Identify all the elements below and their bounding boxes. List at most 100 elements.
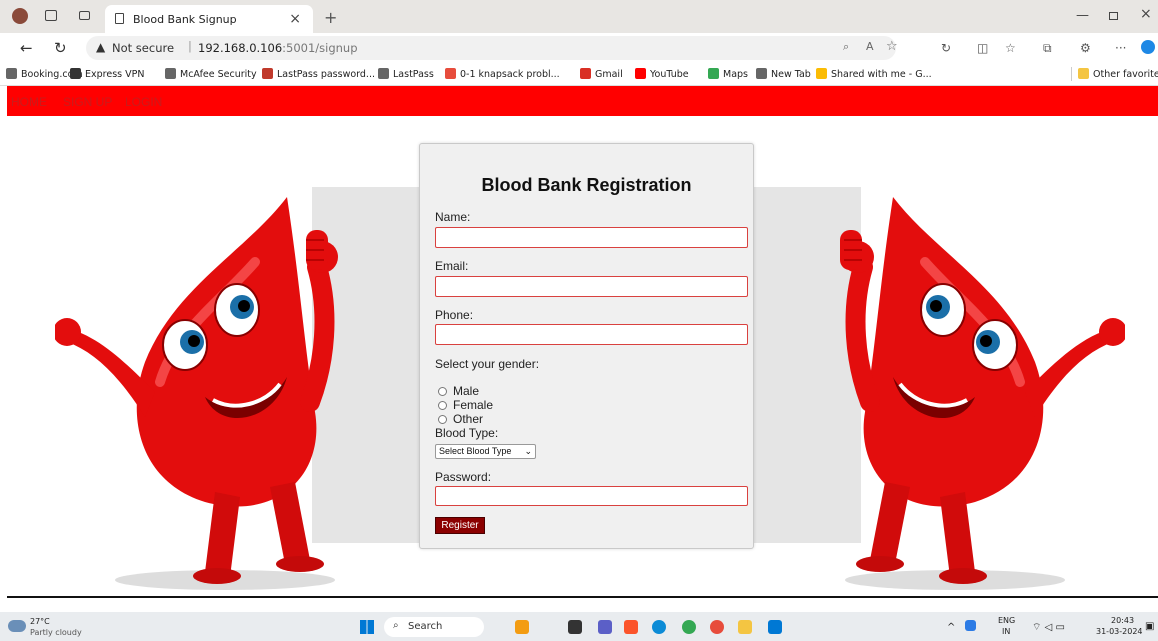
refresh-icon[interactable]: ↻: [54, 39, 67, 57]
more-options-icon[interactable]: ···: [1115, 41, 1126, 55]
extensions-icon[interactable]: ⚙: [1080, 41, 1091, 55]
gender-option-label: Other: [453, 412, 484, 426]
clock-date[interactable]: 31-03-2024: [1096, 627, 1143, 636]
nav-login-link[interactable]: LOGIN: [125, 95, 162, 109]
close-tab-icon[interactable]: ×: [289, 11, 301, 27]
copilot-icon[interactable]: [1141, 40, 1155, 54]
vscode-icon[interactable]: [768, 620, 782, 634]
new-tab-icon[interactable]: +: [324, 8, 337, 27]
password-input[interactable]: [435, 486, 748, 506]
weather-temp[interactable]: 27°C: [30, 617, 50, 626]
email-input[interactable]: [435, 276, 748, 297]
profile-avatar[interactable]: [12, 8, 28, 24]
clock-time[interactable]: 20:43: [1111, 616, 1134, 625]
bookmark-item[interactable]: Gmail: [580, 68, 623, 80]
nav-home-link[interactable]: HOME: [11, 95, 47, 109]
taskbar: 27°C Partly cloudy ⌕ Search ^ ENG IN ⌔ ◁…: [0, 612, 1158, 641]
tab-blood-bank-signup[interactable]: Blood Bank Signup ×: [105, 5, 313, 33]
workspaces-icon[interactable]: [45, 10, 57, 21]
bookmark-item[interactable]: McAfee Security: [165, 68, 257, 80]
radio-icon[interactable]: [438, 387, 447, 396]
mascot-hand-right: [840, 230, 862, 270]
wifi-volume-battery-icons[interactable]: ⌔ ◁ ▭: [1032, 621, 1065, 634]
file-explorer-icon[interactable]: [738, 620, 752, 634]
collections-icon[interactable]: ⧉: [1043, 41, 1052, 56]
other-favorites[interactable]: Other favorites: [1078, 68, 1158, 80]
widget-app-icon[interactable]: [515, 620, 529, 634]
weather-desc[interactable]: Partly cloudy: [30, 628, 82, 637]
nav-signup-link[interactable]: SIGN UP: [63, 95, 112, 109]
page-bottom-border: [7, 596, 1158, 598]
bookmark-item[interactable]: Maps: [708, 68, 748, 80]
edge-icon[interactable]: [652, 620, 666, 634]
name-input[interactable]: [435, 227, 748, 248]
chevron-up-icon[interactable]: ^: [947, 622, 955, 633]
brave-icon[interactable]: [624, 620, 638, 634]
gender-option-label: Female: [453, 398, 494, 412]
weather-icon[interactable]: [8, 620, 26, 632]
search-icon[interactable]: ⌕: [843, 40, 849, 54]
bookmark-item[interactable]: Express VPN: [70, 68, 144, 80]
bookmark-item[interactable]: LastPass password...: [262, 68, 375, 80]
url-text[interactable]: 192.168.0.106:5001/signup: [198, 41, 358, 55]
favorite-star-icon[interactable]: ☆: [886, 39, 898, 54]
bookmark-icon: [756, 68, 767, 79]
gender-radio-male[interactable]: Male: [438, 384, 479, 398]
notification-icon[interactable]: ▣: [1145, 621, 1154, 632]
bookmark-icon: [816, 68, 827, 79]
bookmark-icon: [6, 68, 17, 79]
warning-icon[interactable]: ▲: [96, 40, 105, 54]
browser-tab-strip: Blood Bank Signup × + — ×: [0, 0, 1158, 33]
radio-icon[interactable]: [438, 401, 447, 410]
tab-actions-icon[interactable]: [79, 11, 90, 20]
minimize-icon[interactable]: —: [1076, 8, 1089, 23]
gender-option-label: Male: [453, 384, 480, 398]
read-aloud-icon[interactable]: A: [866, 40, 874, 53]
register-button[interactable]: Register: [435, 517, 485, 534]
security-status[interactable]: Not secure: [112, 41, 174, 55]
phone-input[interactable]: [435, 324, 748, 345]
task-view-icon[interactable]: [568, 620, 582, 634]
region-code[interactable]: IN: [1002, 627, 1010, 636]
bookmark-icon: [262, 68, 273, 79]
gender-radio-other[interactable]: Other: [438, 412, 483, 426]
split-screen-icon[interactable]: ◫: [977, 41, 988, 55]
bookmark-icon: [580, 68, 591, 79]
bookmark-icon: [70, 68, 81, 79]
taskbar-search[interactable]: ⌕ Search: [384, 617, 484, 637]
mascot-hand-left: [306, 230, 328, 270]
language-code[interactable]: ENG: [998, 616, 1015, 625]
name-label: Name:: [435, 210, 471, 224]
bookmark-item[interactable]: Shared with me - G...: [816, 68, 932, 80]
refresh-page-icon[interactable]: ↻: [941, 41, 951, 55]
bookmark-label: LastPass: [393, 69, 434, 80]
bookmark-label: Express VPN: [85, 69, 145, 80]
maximize-icon[interactable]: [1109, 12, 1118, 20]
opera-icon[interactable]: [710, 620, 724, 634]
chevron-down-icon: ⌄: [524, 446, 532, 456]
address-bar[interactable]: ▲ Not secure | 192.168.0.106:5001/signup…: [86, 36, 898, 60]
bookmark-icon: [445, 68, 456, 79]
bookmark-icon: [708, 68, 719, 79]
chrome-icon[interactable]: [682, 620, 696, 634]
search-label: Search: [408, 621, 443, 632]
bookmark-item[interactable]: New Tab: [756, 68, 811, 80]
bookmark-label: Gmail: [595, 69, 623, 80]
password-label: Password:: [435, 470, 492, 484]
bookmark-label: McAfee Security: [180, 69, 257, 80]
form-title: Blood Bank Registration: [481, 175, 692, 195]
blood-type-select[interactable]: Select Blood Type ⌄: [435, 444, 536, 459]
bookmark-item[interactable]: LastPass: [378, 68, 434, 80]
favorites-icon[interactable]: ☆: [1005, 41, 1016, 55]
windows-start-icon[interactable]: [360, 620, 374, 634]
back-icon[interactable]: ←: [20, 39, 33, 57]
window-close-icon[interactable]: ×: [1140, 6, 1152, 22]
radio-icon[interactable]: [438, 415, 447, 424]
tray-app-icon[interactable]: [965, 620, 976, 631]
site-nav: HOME SIGN UP LOGIN: [7, 86, 1158, 116]
teams-icon[interactable]: [598, 620, 612, 634]
gender-radio-female[interactable]: Female: [438, 398, 493, 412]
bookmark-item[interactable]: 0-1 knapsack probl...: [445, 68, 560, 80]
bookmark-label: Shared with me - G...: [831, 69, 932, 80]
bookmark-item[interactable]: YouTube: [635, 68, 689, 80]
